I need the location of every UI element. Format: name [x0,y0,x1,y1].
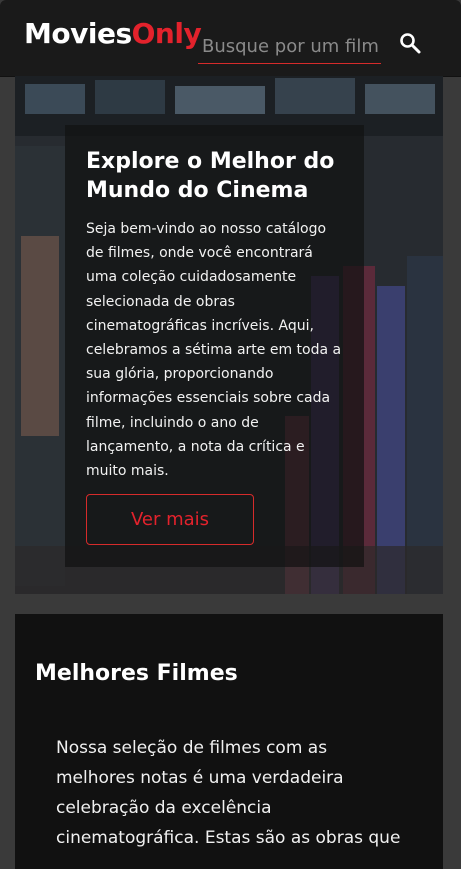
site-header: MoviesOnly [0,0,461,76]
search-icon[interactable] [398,31,422,55]
brand-logo-part-2: Only [131,17,202,50]
search-input[interactable] [202,32,378,60]
see-more-button[interactable]: Ver mais [86,494,254,545]
best-movies-description: Nossa seleção de filmes com as melhores … [56,738,401,848]
hero-description: Seja bem-vindo ao nosso catálogo de film… [86,221,342,480]
page: MoviesOnly Ex [0,0,461,869]
hero-section: Explore o Melhor do Mundo do Cinema Seja… [15,76,443,594]
best-movies-title: Melhores Filmes [35,661,238,686]
brand-logo[interactable]: MoviesOnly [24,17,202,50]
best-movies-section: Melhores Filmes Nossa seleção de filmes … [15,614,443,869]
hero-card: Explore o Melhor do Mundo do Cinema Seja… [65,125,364,567]
brand-logo-part-1: Movies [24,17,132,50]
search-box [198,28,381,64]
hero-title: Explore o Melhor do Mundo do Cinema [86,149,335,203]
